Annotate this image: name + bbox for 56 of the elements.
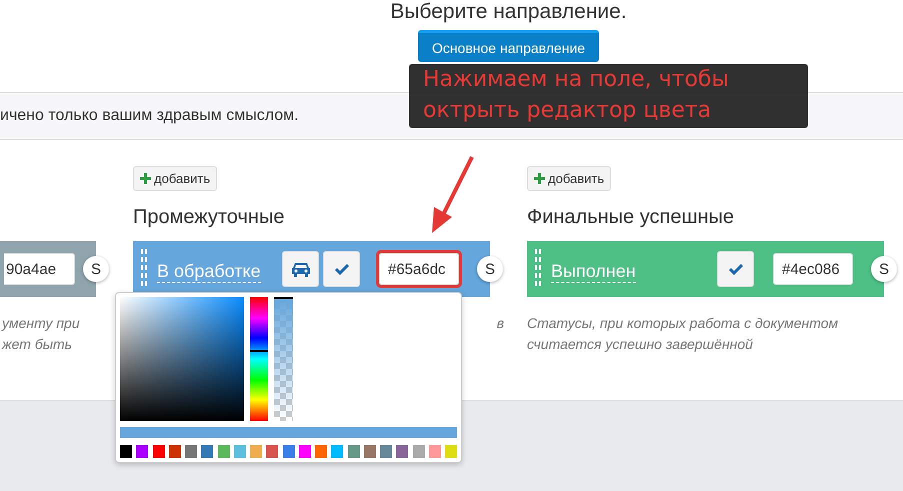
arrow-icon <box>430 155 476 235</box>
alpha-slider-handle[interactable] <box>274 297 293 299</box>
color-swatch[interactable] <box>445 445 458 458</box>
color-swatch[interactable] <box>120 445 132 458</box>
column-title: Промежуточные <box>133 205 284 229</box>
drag-handle-icon[interactable] <box>141 249 147 289</box>
drag-handle-icon[interactable] <box>535 249 541 289</box>
status-badge[interactable]: S <box>477 256 503 282</box>
car-icon <box>290 262 310 276</box>
color-swatch[interactable] <box>250 445 262 458</box>
checkmark-icon <box>334 264 348 274</box>
color-swatch[interactable] <box>348 445 360 458</box>
description-text: считается успешно завершённой <box>527 335 754 354</box>
color-input[interactable]: 90a4ae <box>4 253 75 285</box>
checkmark-icon <box>728 264 742 274</box>
status-badge[interactable]: S <box>871 256 897 282</box>
check-button[interactable] <box>717 251 754 287</box>
direction-button[interactable]: Основное направление <box>418 30 600 62</box>
color-swatch[interactable] <box>266 445 278 458</box>
plus-icon <box>140 173 151 184</box>
plus-icon <box>534 173 545 184</box>
description-text: жет быть <box>2 335 74 354</box>
color-swatch[interactable] <box>380 445 392 458</box>
description-text: Статусы, при которых работа с документом <box>527 314 840 333</box>
column-title: Финальные успешные <box>527 205 734 229</box>
page-title: Выберите направление. <box>390 0 627 24</box>
tooltip-text: Нажимаем на поле, чтобы октрыть редактор цвета <box>423 66 730 125</box>
color-swatch[interactable] <box>298 445 311 458</box>
color-swatch[interactable] <box>218 445 230 458</box>
add-button[interactable]: добавить <box>133 166 218 191</box>
color-swatch[interactable] <box>185 445 198 458</box>
color-swatch[interactable] <box>282 445 295 458</box>
notice-text: ичено только вашим здравым смыслом. <box>0 107 299 125</box>
hue-slider-handle[interactable] <box>250 350 268 352</box>
add-button[interactable]: добавить <box>527 166 612 191</box>
color-swatch[interactable] <box>152 445 165 458</box>
car-button[interactable] <box>282 251 319 287</box>
description-text: ументу при <box>2 314 81 333</box>
color-swatch[interactable] <box>315 445 328 458</box>
color-swatch[interactable] <box>396 445 408 458</box>
color-input[interactable]: #65a6dc <box>379 253 459 285</box>
color-swatch[interactable] <box>201 445 214 458</box>
color-swatch[interactable] <box>168 445 181 458</box>
saturation-area[interactable] <box>120 297 244 421</box>
alpha-slider[interactable] <box>274 297 293 421</box>
color-swatch[interactable] <box>412 445 425 458</box>
status-badge[interactable]: S <box>83 256 109 282</box>
color-swatch[interactable] <box>331 445 344 458</box>
hue-slider[interactable] <box>250 297 268 421</box>
color-input[interactable]: #4ec086 <box>773 253 853 285</box>
color-swatch[interactable] <box>234 445 246 458</box>
color-swatch[interactable] <box>364 445 376 458</box>
check-button[interactable] <box>323 251 360 287</box>
description-text: в <box>496 314 505 333</box>
color-swatch[interactable] <box>428 445 441 458</box>
color-swatch[interactable] <box>136 445 148 458</box>
